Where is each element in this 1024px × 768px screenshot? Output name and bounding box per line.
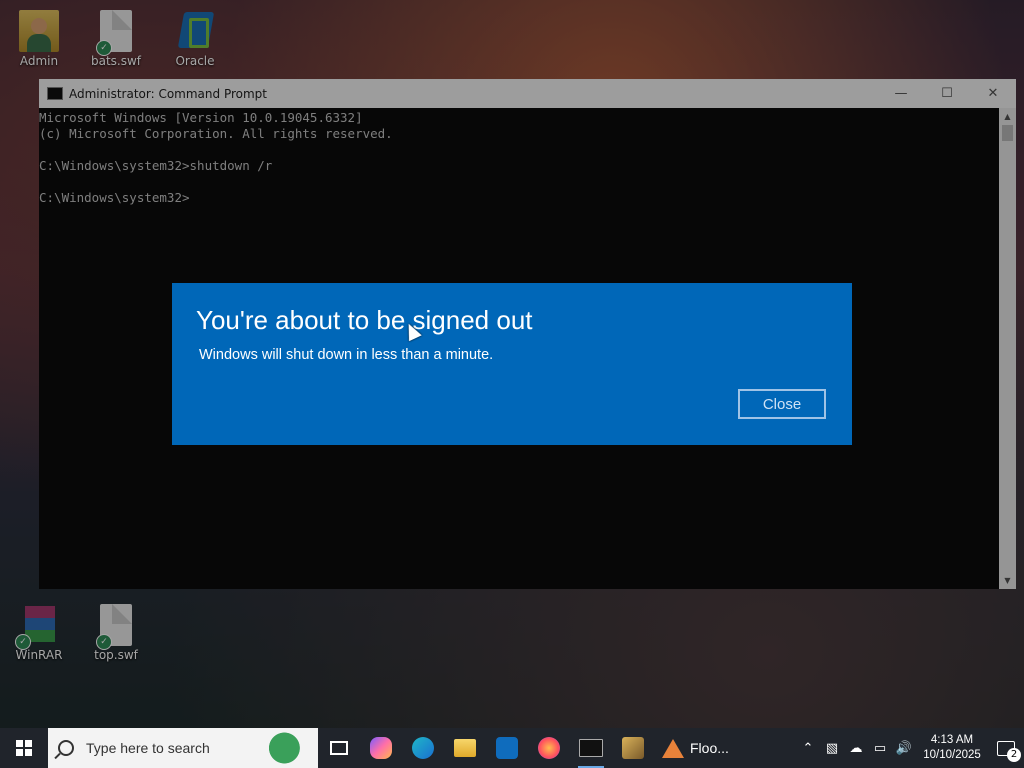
- close-button[interactable]: Close: [738, 389, 826, 419]
- sync-check-icon: ✓: [96, 40, 112, 56]
- onedrive-cloud-icon[interactable]: ☁: [844, 741, 868, 756]
- taskbar-edge[interactable]: [402, 728, 444, 768]
- taskbar: Type here to search Floo... ⌃ ▧ ☁ ▭ 🔊 4:…: [0, 728, 1024, 768]
- close-window-icon[interactable]: ✕: [970, 79, 1016, 108]
- floo-label: Floo...: [690, 740, 729, 756]
- vertical-scrollbar[interactable]: ▲ ▼: [999, 108, 1016, 589]
- taskbar-file-explorer[interactable]: [444, 728, 486, 768]
- taskbar-command-prompt[interactable]: [570, 728, 612, 768]
- system-tray: ⌃ ▧ ☁ ▭ 🔊 4:13 AM 10/10/2025 2: [796, 728, 1024, 768]
- desktop-icon-label: bats.swf: [90, 54, 142, 68]
- window-title-bar[interactable]: Administrator: Command Prompt — ☐ ✕: [39, 79, 1016, 108]
- sync-check-icon: ✓: [15, 634, 31, 650]
- start-button[interactable]: [0, 728, 48, 768]
- tools-icon: [622, 737, 644, 759]
- console-icon: [47, 87, 63, 100]
- console-line: Microsoft Windows [Version 10.0.19045.63…: [39, 110, 363, 125]
- firefox-icon: [538, 737, 560, 759]
- sync-check-icon: ✓: [96, 634, 112, 650]
- dialog-title: You're about to be signed out: [196, 305, 533, 335]
- user-folder-icon: [19, 10, 59, 52]
- window-title: Administrator: Command Prompt: [69, 86, 267, 101]
- console-prompt: C:\Windows\system32>: [39, 190, 190, 205]
- outlook-icon: [496, 737, 518, 759]
- signout-dialog: You're about to be signed out Windows wi…: [172, 283, 852, 445]
- dialog-message: Windows will shut down in less than a mi…: [199, 347, 494, 363]
- windows-logo-icon: [16, 740, 32, 756]
- search-icon: [58, 740, 74, 756]
- device-icon[interactable]: ▧: [820, 741, 844, 756]
- folder-icon: [454, 739, 476, 757]
- minimize-icon[interactable]: —: [878, 79, 924, 108]
- desktop-icon-label: top.swf: [94, 648, 138, 662]
- taskbar-copilot[interactable]: [360, 728, 402, 768]
- search-highlight-icon: [262, 730, 318, 766]
- desktop-icon-oracle[interactable]: Oracle: [163, 10, 227, 68]
- taskbar-outlook[interactable]: [486, 728, 528, 768]
- file-icon: ✓: [96, 10, 132, 56]
- desktop-icon-label: Admin: [19, 54, 59, 68]
- copilot-icon: [370, 737, 392, 759]
- show-hidden-icons-chevron-icon[interactable]: ⌃: [796, 741, 820, 756]
- search-placeholder: Type here to search: [86, 740, 210, 756]
- warning-triangle-icon: [662, 738, 684, 758]
- task-view-icon: [330, 741, 348, 755]
- taskbar-tools-app[interactable]: [612, 728, 654, 768]
- taskbar-firefox[interactable]: [528, 728, 570, 768]
- desktop-icon-admin[interactable]: Admin: [7, 10, 71, 68]
- taskbar-floo-app[interactable]: Floo...: [654, 728, 737, 768]
- desktop-icon-bats-swf[interactable]: ✓ bats.swf: [84, 10, 148, 68]
- notification-count-badge: 2: [1007, 748, 1021, 762]
- scroll-thumb[interactable]: [1002, 125, 1013, 141]
- virtualbox-icon: [175, 10, 215, 52]
- taskbar-clock[interactable]: 4:13 AM 10/10/2025: [916, 733, 988, 763]
- desktop-icon-winrar[interactable]: ✓ WinRAR: [7, 604, 71, 662]
- winrar-icon: ✓: [15, 604, 59, 650]
- network-icon[interactable]: ▭: [868, 741, 892, 756]
- volume-icon[interactable]: 🔊: [892, 741, 916, 756]
- taskbar-search-box[interactable]: Type here to search: [48, 728, 318, 768]
- edge-icon: [412, 737, 434, 759]
- notification-center-button[interactable]: 2: [988, 728, 1024, 768]
- task-view-button[interactable]: [318, 728, 360, 768]
- desktop-icon-label: WinRAR: [15, 648, 63, 662]
- scroll-down-icon[interactable]: ▼: [999, 572, 1016, 589]
- file-icon: ✓: [96, 604, 132, 650]
- console-line: C:\Windows\system32>shutdown /r: [39, 158, 273, 173]
- scroll-up-icon[interactable]: ▲: [999, 108, 1016, 125]
- clock-time: 4:13 AM: [930, 734, 974, 746]
- desktop-icon-label: Oracle: [175, 54, 215, 68]
- console-line: (c) Microsoft Corporation. All rights re…: [39, 126, 393, 141]
- desktop-icon-top-swf[interactable]: ✓ top.swf: [84, 604, 148, 662]
- maximize-icon[interactable]: ☐: [924, 79, 970, 108]
- console-icon: [579, 739, 603, 757]
- clock-date: 10/10/2025: [923, 749, 981, 761]
